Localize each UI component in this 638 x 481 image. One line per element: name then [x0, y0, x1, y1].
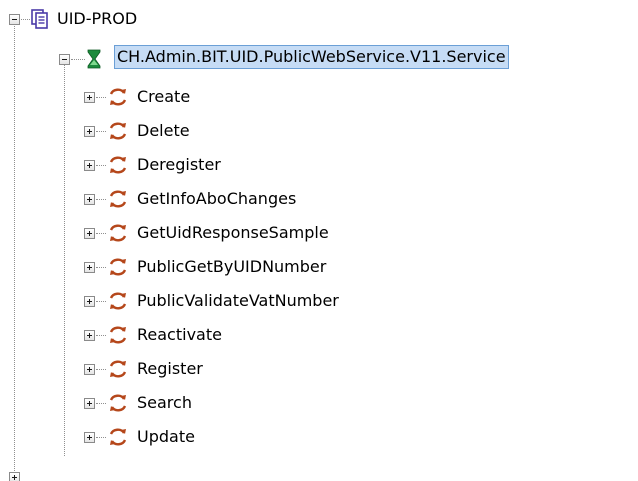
tree-node-operation[interactable]: Deregister: [0, 146, 638, 182]
expand-toggle-icon[interactable]: [84, 126, 95, 137]
operation-label[interactable]: PublicValidateVatNumber: [137, 291, 339, 311]
sync-arrows-icon: [107, 188, 129, 214]
expand-toggle-icon[interactable]: [84, 330, 95, 341]
connector-line: [96, 97, 106, 98]
hourglass-service-icon: [86, 49, 102, 73]
expand-toggle-icon[interactable]: [84, 398, 95, 409]
connector-line: [96, 131, 106, 132]
expand-toggle-icon[interactable]: [9, 472, 20, 481]
connector-line: [96, 437, 106, 438]
operation-label[interactable]: PublicGetByUIDNumber: [137, 257, 326, 277]
tree-node-root[interactable]: UID-PROD: [0, 0, 638, 36]
connector-line: [96, 267, 106, 268]
expand-toggle-icon[interactable]: [84, 262, 95, 273]
connector-line: [96, 199, 106, 200]
connector-line: [21, 19, 30, 20]
sync-arrows-icon: [107, 256, 129, 282]
operation-label[interactable]: Create: [137, 87, 190, 107]
tree-node-operation[interactable]: GetInfoAboChanges: [0, 180, 638, 216]
operation-label[interactable]: GetInfoAboChanges: [137, 189, 296, 209]
expand-toggle-icon[interactable]: [84, 296, 95, 307]
tree-node-operation[interactable]: PublicValidateVatNumber: [0, 282, 638, 318]
sync-arrows-icon: [107, 222, 129, 248]
expand-toggle-icon[interactable]: [84, 432, 95, 443]
expand-toggle-icon[interactable]: [84, 160, 95, 171]
sync-arrows-icon: [107, 86, 129, 112]
sync-arrows-icon: [107, 324, 129, 350]
sync-arrows-icon: [107, 426, 129, 452]
connector-line: [96, 233, 106, 234]
expand-toggle-icon[interactable]: [84, 92, 95, 103]
server-document-icon: [31, 9, 49, 33]
tree-node-operation[interactable]: PublicGetByUIDNumber: [0, 248, 638, 284]
operation-label[interactable]: Search: [137, 393, 192, 413]
operation-label[interactable]: GetUidResponseSample: [137, 223, 329, 243]
connector-line: [96, 165, 106, 166]
tree-node-operation[interactable]: Register: [0, 350, 638, 386]
expand-toggle-icon[interactable]: [84, 228, 95, 239]
sync-arrows-icon: [107, 290, 129, 316]
sync-arrows-icon: [107, 358, 129, 384]
tree-node-operation[interactable]: Create: [0, 78, 638, 114]
connector-line: [96, 335, 106, 336]
expand-toggle-icon[interactable]: [84, 194, 95, 205]
operation-label[interactable]: Reactivate: [137, 325, 222, 345]
connector-line: [96, 403, 106, 404]
operation-label[interactable]: Deregister: [137, 155, 221, 175]
connector-line: [96, 369, 106, 370]
tree-view: UID-PROD CH.Admin.BIT.UID.PublicWebServi…: [0, 0, 638, 481]
expand-toggle-icon[interactable]: [84, 364, 95, 375]
connector-line: [96, 301, 106, 302]
root-label[interactable]: UID-PROD: [57, 9, 137, 29]
tree-node-operation[interactable]: GetUidResponseSample: [0, 214, 638, 250]
collapse-toggle-icon[interactable]: [9, 14, 20, 25]
sync-arrows-icon: [107, 120, 129, 146]
collapse-toggle-icon[interactable]: [59, 54, 70, 65]
tree-node-operation[interactable]: Delete: [0, 112, 638, 148]
operation-label[interactable]: Update: [137, 427, 195, 447]
operation-label[interactable]: Register: [137, 359, 203, 379]
tree-node-partial[interactable]: [0, 470, 638, 481]
operation-label[interactable]: Delete: [137, 121, 190, 141]
tree-node-operation[interactable]: Search: [0, 384, 638, 420]
sync-arrows-icon: [107, 154, 129, 180]
tree-node-operation[interactable]: Reactivate: [0, 316, 638, 352]
service-label[interactable]: CH.Admin.BIT.UID.PublicWebService.V11.Se…: [114, 45, 509, 69]
connector-line: [71, 59, 85, 60]
tree-node-service[interactable]: CH.Admin.BIT.UID.PublicWebService.V11.Se…: [0, 40, 638, 76]
tree-node-operation[interactable]: Update: [0, 418, 638, 454]
sync-arrows-icon: [107, 392, 129, 418]
